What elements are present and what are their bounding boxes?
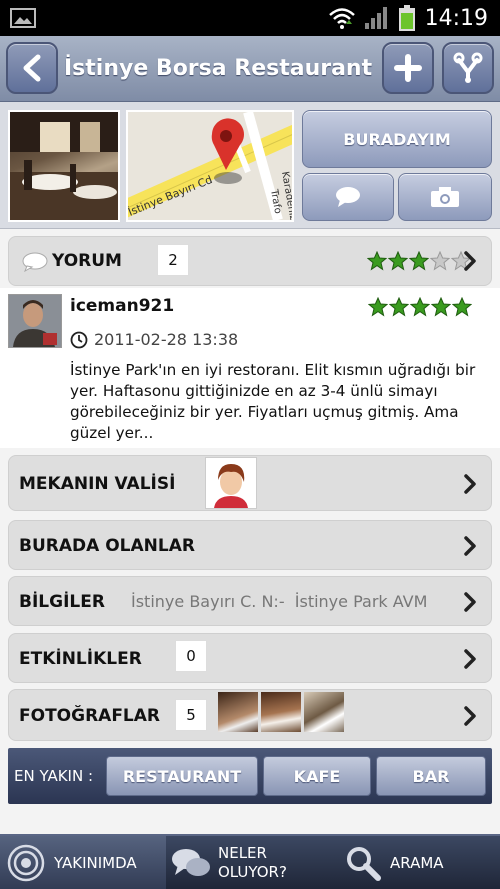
chevron-left-icon: [23, 54, 41, 82]
star-filled-icon: [368, 297, 388, 317]
back-button[interactable]: [6, 42, 58, 94]
star-filled-icon: [388, 251, 408, 271]
photos-count: 5: [175, 699, 207, 731]
tab-search[interactable]: ARAMA: [336, 836, 500, 889]
info-address: İstinye Bayırı C. N:- İstinye Park AVM: [131, 592, 428, 611]
star-filled-icon: [367, 251, 387, 271]
venue-mayor-label: MEKANIN VALİSİ: [19, 474, 176, 494]
clock-icon: [70, 331, 88, 348]
page-title: İstinye Borsa Restaurant: [64, 56, 373, 81]
user-avatar[interactable]: [8, 294, 62, 348]
venue-mayor-row[interactable]: MEKANIN VALİSİ: [8, 455, 492, 511]
comment-datetime-text: 2011-02-28 13:38: [94, 330, 239, 349]
share-button[interactable]: [442, 42, 494, 94]
status-bar: 14:19: [0, 0, 500, 36]
signal-icon: [364, 7, 387, 29]
comments-count: 2: [157, 244, 189, 276]
photos-row[interactable]: FOTOĞRAFLAR 5: [8, 689, 492, 741]
photos-label: FOTOĞRAFLAR: [19, 706, 161, 726]
comment-button[interactable]: [302, 173, 394, 221]
comment-text: İstinye Park'ın en iyi restoranı. Elit k…: [70, 361, 476, 442]
comments-label: YORUM: [52, 251, 122, 271]
info-label: BİLGİLER: [19, 592, 105, 612]
add-button[interactable]: [382, 42, 434, 94]
plus-icon: [394, 54, 422, 82]
comment-item: iceman921 2011-02-28 13:38 İstinye Park'…: [0, 288, 500, 448]
radar-icon: [7, 844, 45, 881]
tab-search-label: ARAMA: [390, 853, 444, 872]
nearest-cafe-button[interactable]: KAFE: [263, 756, 371, 796]
nearest-bar-button[interactable]: BAR: [376, 756, 486, 796]
speech-bubble-icon: [336, 187, 360, 207]
nearest-restaurant-button[interactable]: RESTAURANT: [106, 756, 258, 796]
share-icon: [453, 52, 483, 83]
restaurant-photo-image: [10, 112, 118, 220]
comment-username[interactable]: iceman921: [70, 296, 174, 316]
avatar-image: [9, 295, 61, 347]
events-label: ETKİNLİKLER: [19, 649, 142, 669]
tab-whats-happening-label: NELER OLUYOR?: [218, 843, 287, 881]
chevron-right-icon: [464, 592, 476, 612]
battery-icon: [398, 5, 415, 31]
comment-bubble-icon: [22, 252, 48, 272]
clock: 14:19: [424, 5, 488, 31]
chevron-right-icon: [464, 649, 476, 669]
check-in-button[interactable]: BURADAYIM: [302, 110, 492, 168]
wifi-icon: [328, 8, 355, 29]
star-empty-icon: [430, 251, 450, 271]
app-header: İstinye Borsa Restaurant: [0, 36, 500, 102]
comment-datetime: 2011-02-28 13:38: [70, 330, 238, 349]
star-filled-icon: [389, 297, 409, 317]
star-filled-icon: [431, 297, 451, 317]
chevron-right-icon: [464, 251, 476, 271]
photo-thumbnail[interactable]: [304, 692, 344, 732]
comments-row[interactable]: YORUM 2: [8, 236, 492, 286]
venue-media-panel: İstinye Bayırı Cd Karadeniz Trafo BURADA…: [0, 102, 500, 229]
photo-thumbnail[interactable]: [218, 692, 258, 732]
people-here-row[interactable]: BURADA OLANLAR: [8, 520, 492, 570]
people-here-label: BURADA OLANLAR: [19, 536, 195, 556]
comment-rating: [368, 297, 472, 317]
chevron-right-icon: [464, 474, 476, 494]
location-map[interactable]: İstinye Bayırı Cd Karadeniz Trafo: [126, 110, 294, 222]
star-filled-icon: [410, 297, 430, 317]
tab-nearby-label: YAKINIMDA: [54, 853, 137, 872]
bottom-tab-bar: YAKINIMDA NELER OLUYOR? ARAMA: [0, 834, 500, 889]
mayor-avatar[interactable]: [205, 457, 257, 509]
tab-nearby[interactable]: YAKINIMDA: [0, 836, 166, 889]
map-image: İstinye Bayırı Cd Karadeniz Trafo: [128, 112, 292, 220]
chevron-right-icon: [464, 536, 476, 556]
nearest-filter-bar: EN YAKIN : RESTAURANT KAFE BAR: [8, 748, 492, 804]
photo-thumbnail[interactable]: [261, 692, 301, 732]
events-row[interactable]: ETKİNLİKLER 0: [8, 633, 492, 683]
chevron-right-icon: [464, 706, 476, 726]
tab-whats-happening[interactable]: NELER OLUYOR?: [168, 836, 334, 889]
speech-bubbles-icon: [172, 848, 210, 876]
venue-photo[interactable]: [8, 110, 120, 222]
search-icon: [347, 846, 381, 881]
mayor-avatar-image: [214, 464, 248, 508]
comments-rating: [367, 251, 471, 271]
camera-icon: [431, 187, 459, 207]
camera-button[interactable]: [398, 173, 492, 221]
star-filled-icon: [409, 251, 429, 271]
star-filled-icon: [452, 297, 472, 317]
gallery-notification-icon: [10, 8, 36, 28]
info-row[interactable]: BİLGİLER İstinye Bayırı C. N:- İstinye P…: [8, 576, 492, 626]
events-count: 0: [175, 640, 207, 672]
nearest-label: EN YAKIN :: [14, 767, 94, 785]
